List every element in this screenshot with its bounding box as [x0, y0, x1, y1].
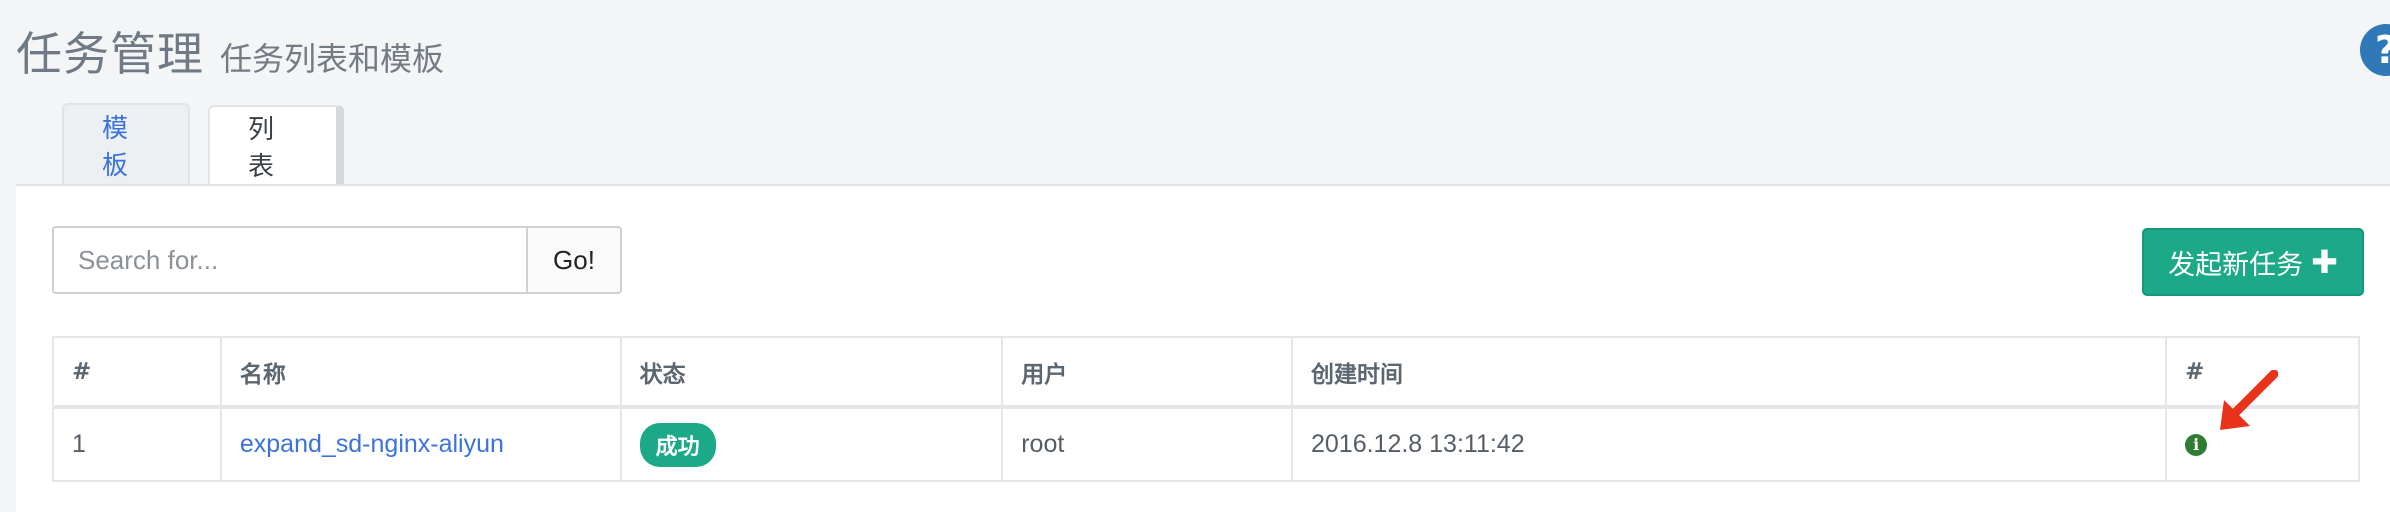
task-panel: Go! 发起新任务 ✚ # 名称 状态 用户 创建时间 # 1 — [16, 184, 2390, 512]
new-task-button[interactable]: 发起新任务 ✚ — [2142, 228, 2364, 296]
row-index: 1 — [52, 406, 222, 482]
col-header-index: # — [52, 336, 222, 409]
red-arrow-icon — [2220, 370, 2278, 430]
page-title: 任务管理 — [16, 27, 204, 81]
col-header-created: 创建时间 — [1290, 336, 2168, 409]
col-header-user: 用户 — [1001, 336, 1293, 409]
row-status-cell: 成功 — [619, 406, 1004, 482]
search-group: Go! — [52, 226, 622, 294]
col-header-status: 状态 — [619, 336, 1004, 409]
status-badge: 成功 — [639, 422, 716, 467]
row-created-at: 2016.12.8 13:11:42 — [1290, 406, 2168, 482]
col-header-name: 名称 — [219, 336, 622, 409]
page-header: 任务管理 任务列表和模板 — [16, 18, 444, 88]
go-button[interactable]: Go! — [526, 228, 620, 292]
tab-list[interactable]: 列表 — [208, 105, 344, 185]
search-input[interactable] — [54, 228, 526, 292]
table-row: 1 expand_sd-nginx-aliyun 成功 root 2016.12… — [52, 406, 2360, 482]
info-icon[interactable]: i — [2185, 434, 2208, 457]
plus-icon: ✚ — [2311, 243, 2338, 281]
task-table: # 名称 状态 用户 创建时间 # 1 expand_sd-nginx-aliy… — [52, 336, 2360, 482]
row-user: root — [1001, 406, 1293, 482]
task-name-link[interactable]: expand_sd-nginx-aliyun — [240, 430, 504, 458]
tab-bar: 模板 列表 — [62, 103, 344, 185]
tab-template[interactable]: 模板 — [62, 103, 190, 185]
page-subtitle: 任务列表和模板 — [220, 40, 445, 78]
new-task-label: 发起新任务 — [2168, 249, 2304, 281]
table-header-row: # 名称 状态 用户 创建时间 # — [52, 336, 2360, 409]
help-icon[interactable]: ? — [2360, 24, 2390, 76]
row-name-cell: expand_sd-nginx-aliyun — [219, 406, 622, 482]
